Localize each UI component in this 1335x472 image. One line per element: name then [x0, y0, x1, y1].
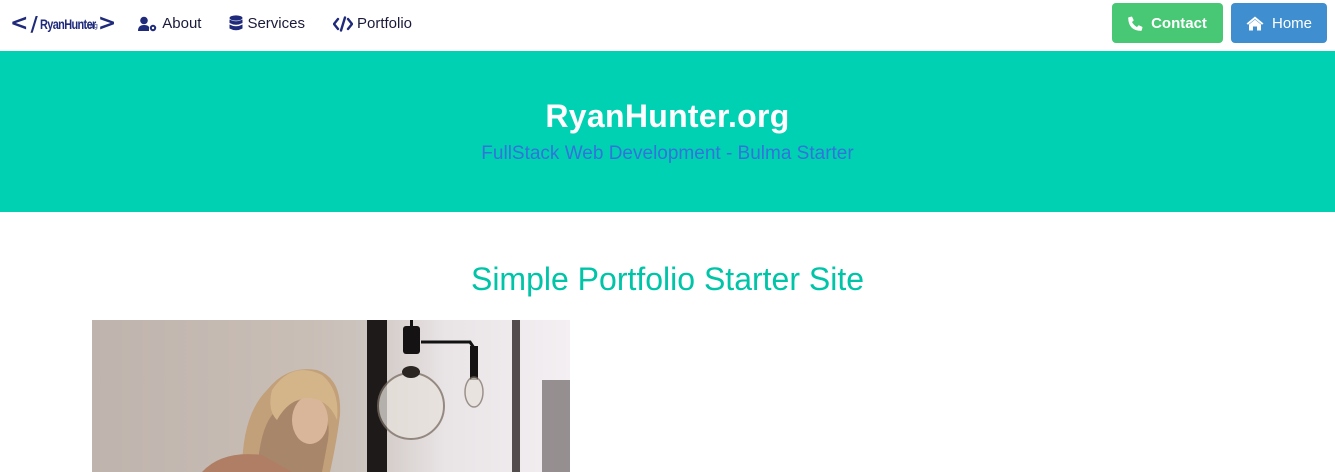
home-button[interactable]: Home	[1231, 3, 1327, 43]
code-icon	[332, 15, 353, 32]
photo-illustration	[202, 320, 570, 472]
nav-item-about[interactable]: About	[138, 15, 201, 32]
nav-item-portfolio[interactable]: Portfolio	[332, 15, 413, 32]
database-icon	[229, 15, 243, 31]
logo-name: RyanHunter	[39, 15, 96, 32]
contact-button[interactable]: Contact	[1112, 3, 1223, 43]
hero-title: RyanHunter.org	[545, 98, 790, 134]
top-navbar: < / RyanHunter .org > About Services Por…	[0, 0, 1335, 47]
home-label: Home	[1271, 14, 1312, 32]
portfolio-photo	[92, 320, 570, 472]
home-icon	[1246, 16, 1264, 30]
phone-icon	[1128, 16, 1143, 31]
nav-item-services[interactable]: Services	[229, 15, 305, 32]
contact-label: Contact	[1151, 14, 1207, 32]
hero-banner: RyanHunter.org FullStack Web Development…	[0, 51, 1335, 212]
nav-buttons: Contact Home	[1112, 3, 1327, 43]
nav-label-portfolio: Portfolio	[356, 15, 413, 32]
nav-label-services: Services	[247, 15, 305, 32]
logo-close-bracket: >	[97, 11, 117, 36]
user-gear-icon	[138, 16, 157, 31]
nav-label-about: About	[162, 15, 202, 32]
hero-subtitle: FullStack Web Development - Bulma Starte…	[481, 143, 854, 164]
logo-slash: /	[30, 11, 38, 36]
brand-logo[interactable]: < / RyanHunter .org >	[10, 0, 116, 47]
nav-menu: About Services Portfolio	[138, 15, 440, 32]
logo-open-bracket: <	[10, 11, 29, 36]
section-title: Simple Portfolio Starter Site	[470, 261, 865, 297]
